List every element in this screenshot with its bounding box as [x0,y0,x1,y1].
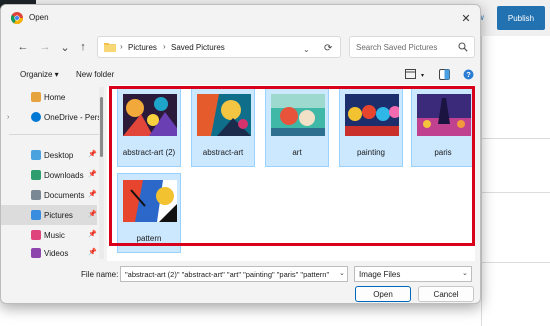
file-name-input[interactable]: "abstract-art (2)" "abstract-art" "art" … [120,266,348,282]
pin-icon[interactable]: 📌 [88,190,97,198]
search-placeholder[interactable]: Search Saved Pictures [356,43,437,52]
pictures-icon [31,210,41,220]
painting-thumbnail [345,94,399,136]
sidebar-divider [9,134,99,135]
sidebar-item-downloads[interactable]: Downloads 📌 [1,165,97,185]
sidebar-item-videos[interactable]: Videos 📌 [1,243,97,263]
pin-icon[interactable]: 📌 [88,150,97,158]
file-item-art[interactable]: art [265,87,329,167]
organize-menu[interactable]: Organize ▾ [20,70,59,79]
background-divider [481,262,550,263]
background-divider [481,192,550,193]
pin-icon[interactable]: 📌 [88,230,97,238]
abstract-art-2-thumbnail [123,94,177,136]
navigation-scrollbar-thumb[interactable] [100,97,103,157]
chrome-icon [11,12,23,24]
file-item-painting[interactable]: painting [339,87,403,167]
document-icon [31,190,41,200]
file-name: abstract-art [202,148,244,157]
preview-pane-icon[interactable] [439,69,450,80]
file-item-abstract-art[interactable]: abstract-art [191,87,255,167]
sidebar-item-desktop[interactable]: Desktop 📌 [1,145,97,165]
recent-locations-chevron-icon[interactable]: ⌄ [57,39,73,55]
folder-icon [104,43,116,52]
background-divider [481,138,550,139]
videos-icon [31,248,41,258]
sidebar-item-pictures[interactable]: Pictures 📌 [1,205,97,225]
file-type-select[interactable]: Image Files [354,266,472,282]
file-name-dropdown-icon[interactable]: ⌄ [339,269,345,277]
art-thumbnail [271,94,325,136]
file-item-abstract-art-2[interactable]: abstract-art (2) [117,87,181,167]
file-name-label: File name: [81,270,119,279]
cloud-icon [31,112,41,122]
breadcrumb-separator: › [163,42,166,51]
open-file-dialog: Open ✕ ← → ⌄ ↑ › Pictures › Saved Pictur… [0,4,481,304]
breadcrumb-separator: › [120,42,123,51]
new-folder-button[interactable]: New folder [76,70,114,79]
navigation-bar: ← → ⌄ ↑ › Pictures › Saved Pictures ⌄ ⟳ … [1,33,480,63]
download-icon [31,170,41,180]
desktop-icon [31,150,41,160]
file-name: painting [356,148,386,157]
sidebar-item-documents[interactable]: Documents 📌 [1,185,97,205]
sidebar-item-label: Home [44,93,66,102]
pattern-thumbnail [123,180,177,222]
music-icon [31,230,41,240]
sidebar-item-music[interactable]: Music 📌 [1,225,97,245]
command-bar: Organize ▾ New folder ▾ ? [1,65,480,85]
breadcrumb-pictures[interactable]: Pictures [128,43,157,52]
sidebar-item-label: OneDrive - Perso [44,113,100,122]
forward-arrow-icon[interactable]: → [37,39,53,55]
up-arrow-icon[interactable]: ↑ [75,39,91,55]
search-box[interactable]: Search Saved Pictures [349,36,475,58]
file-name: abstract-art (2) [122,148,176,157]
pin-icon[interactable]: 📌 [88,210,97,218]
dialog-title: Open [29,13,49,22]
publish-button[interactable]: Publish [497,6,545,30]
expand-chevron-icon[interactable]: › [7,114,9,121]
file-item-pattern[interactable]: pattern [117,173,181,253]
svg-text:?: ? [466,70,471,79]
file-name: pattern [136,234,162,243]
view-options-icon[interactable] [405,69,416,79]
dialog-footer: File name: "abstract-art (2)" "abstract-… [1,261,480,303]
back-arrow-icon[interactable]: ← [15,39,31,55]
help-icon[interactable]: ? [463,69,474,80]
close-icon[interactable]: ✕ [452,5,480,31]
file-name: art [292,148,302,157]
background-sidebar [481,36,550,326]
breadcrumb-saved-pictures[interactable]: Saved Pictures [171,43,225,52]
pin-icon[interactable]: 📌 [88,248,97,256]
address-dropdown-chevron-icon[interactable]: ⌄ [303,45,310,54]
file-item-paris[interactable]: paris [411,87,475,167]
pin-icon[interactable]: 📌 [88,170,97,178]
paris-thumbnail [417,94,471,136]
refresh-icon[interactable]: ⟳ [324,43,332,54]
sidebar-item-home[interactable]: Home [1,87,97,107]
sidebar-item-onedrive[interactable]: › OneDrive - Perso [1,107,100,127]
view-options-chevron-icon[interactable]: ▾ [421,72,424,79]
open-button[interactable]: Open [355,286,411,302]
abstract-art-thumbnail [197,94,251,136]
search-icon [458,42,468,52]
home-icon [31,92,41,102]
cancel-button[interactable]: Cancel [418,286,474,302]
file-type-chevron-icon[interactable]: ⌄ [462,269,468,277]
address-bar[interactable]: › Pictures › Saved Pictures ⌄ ⟳ [97,36,341,58]
navigation-pane: Home › OneDrive - Perso Desktop 📌 Downlo… [1,85,105,261]
dialog-titlebar: Open ✕ [1,5,480,31]
file-name: paris [434,148,452,157]
